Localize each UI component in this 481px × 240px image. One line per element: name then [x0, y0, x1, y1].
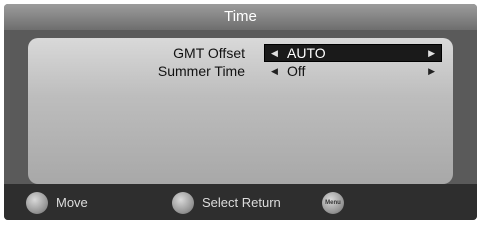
arrow-left-icon[interactable]: ◀ [271, 63, 278, 79]
hint-move-label: Move [56, 195, 88, 210]
dialog-title: Time [4, 4, 477, 30]
setting-value-selector[interactable]: ◀ AUTO ▶ [264, 44, 442, 62]
arrow-right-icon[interactable]: ▶ [428, 45, 435, 61]
setting-value: Off [287, 63, 306, 79]
setting-value-selector[interactable]: ◀ Off ▶ [264, 62, 442, 80]
setting-label: GMT Offset [173, 45, 245, 61]
setting-gmt-offset[interactable]: GMT Offset ◀ AUTO ▶ [28, 44, 453, 62]
dpad-icon [26, 192, 48, 214]
hint-select-return-label: Select Return [202, 195, 281, 210]
setting-value: AUTO [287, 45, 326, 61]
footer-hints: Move Select Return Menu [4, 184, 477, 220]
ok-button-icon [172, 192, 194, 214]
settings-panel: GMT Offset ◀ AUTO ▶ Summer Time ◀ Off ▶ [28, 38, 453, 184]
arrow-left-icon[interactable]: ◀ [271, 45, 278, 61]
menu-button-icon: Menu [322, 192, 344, 214]
arrow-right-icon[interactable]: ▶ [428, 63, 435, 79]
osd-dialog: Time GMT Offset ◀ AUTO ▶ Summer Time ◀ O… [4, 4, 477, 220]
setting-summer-time[interactable]: Summer Time ◀ Off ▶ [28, 62, 453, 80]
setting-label: Summer Time [157, 63, 245, 79]
